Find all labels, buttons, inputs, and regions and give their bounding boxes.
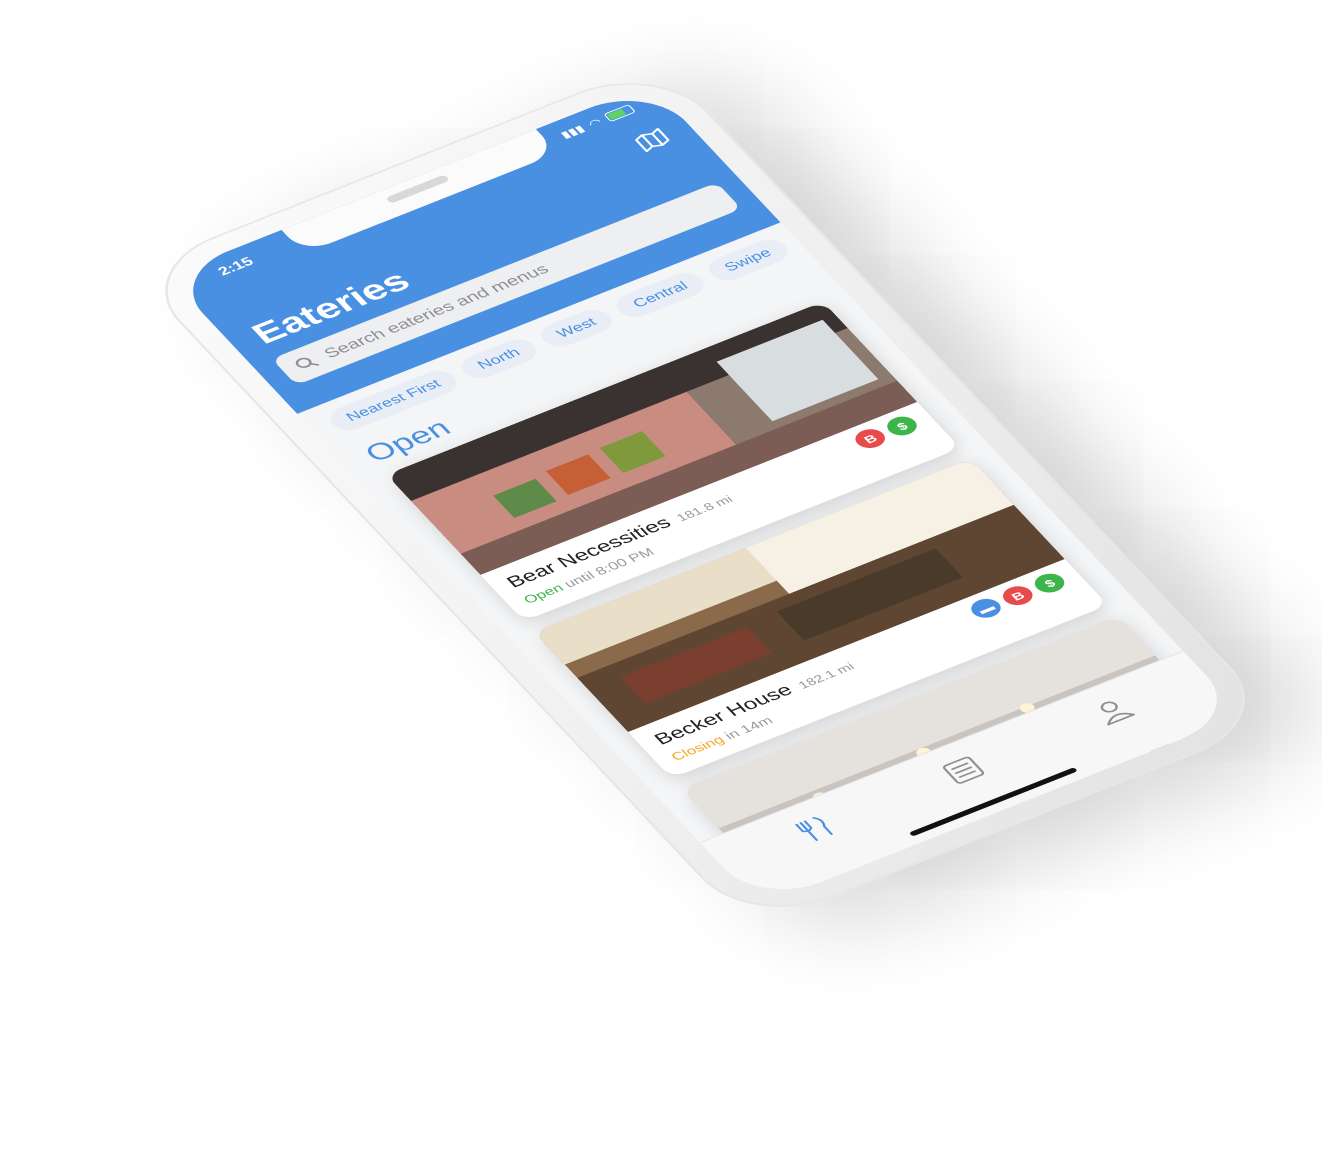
cash-badge: $ — [1029, 570, 1070, 597]
fork-knife-icon[interactable] — [786, 811, 843, 848]
search-icon — [295, 357, 320, 368]
stage: 2:15 ▮▮▮ ◠ Eateries Search eateries and … — [0, 0, 1322, 1168]
brb-badge: B — [997, 582, 1038, 609]
home-indicator — [908, 767, 1078, 837]
eatery-distance: 182.1 mi — [795, 660, 858, 692]
status-time: 2:15 — [214, 254, 258, 279]
map-icon[interactable] — [632, 127, 673, 153]
phone-screen: 2:15 ▮▮▮ ◠ Eateries Search eateries and … — [166, 83, 1244, 907]
phone-mockup: 2:15 ▮▮▮ ◠ Eateries Search eateries and … — [130, 60, 1280, 930]
wifi-icon: ◠ — [585, 116, 605, 130]
signal-icon: ▮▮▮ — [557, 122, 588, 141]
brb-badge: B — [850, 425, 891, 452]
status-icons: ▮▮▮ ◠ — [557, 103, 637, 141]
swipe-badge: ▬ — [965, 595, 1007, 622]
cash-badge: $ — [881, 413, 923, 439]
phone-body: 2:15 ▮▮▮ ◠ Eateries Search eateries and … — [130, 60, 1280, 930]
eatery-status: Open — [815, 895, 861, 906]
list-icon[interactable] — [935, 752, 992, 789]
person-icon[interactable] — [1084, 693, 1141, 730]
battery-icon — [603, 104, 637, 123]
eatery-status-detail: until 4:00 PM — [855, 859, 953, 905]
eatery-distance: 181.8 mi — [673, 492, 736, 524]
